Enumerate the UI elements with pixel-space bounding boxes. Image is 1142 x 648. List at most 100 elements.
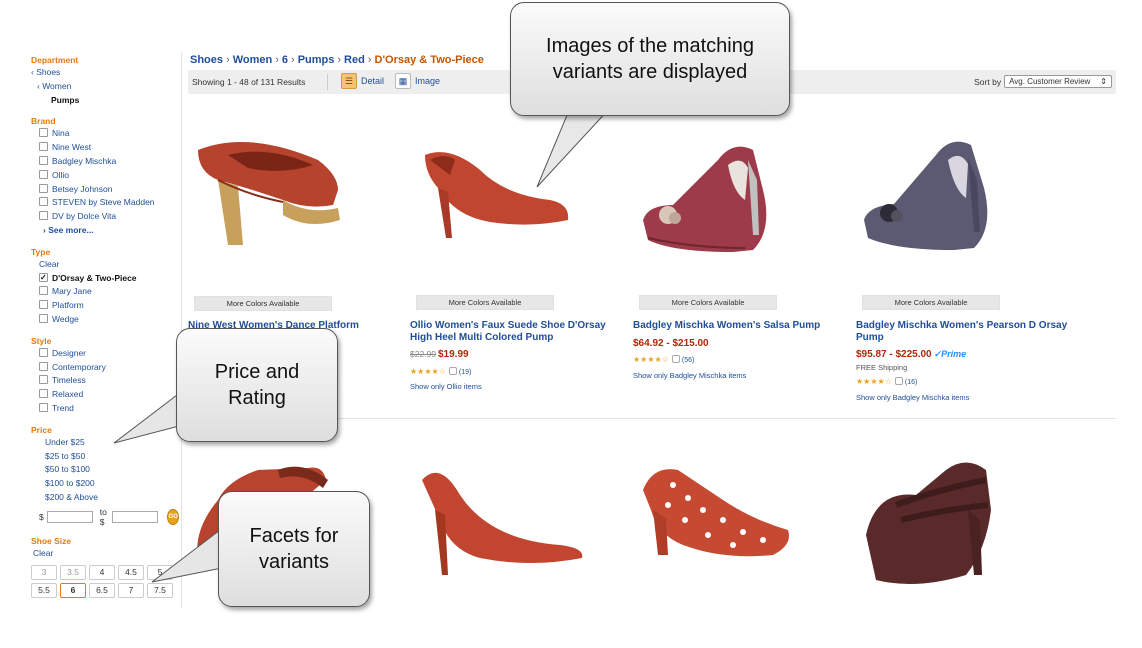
checkbox[interactable] [39,361,48,371]
style-option[interactable]: Designer [31,347,179,361]
product-card: More Colors Available Nine West Women's … [188,120,408,331]
style-option[interactable]: Trend [31,402,179,416]
more-colors-button[interactable]: More Colors Available [416,295,554,310]
checkbox[interactable] [39,142,48,152]
checkbox[interactable] [39,155,48,165]
product-image[interactable] [856,120,1076,270]
type-title: Type [31,246,51,257]
brand-option[interactable]: STEVEN by Steve Madden [31,196,179,210]
detail-view-button[interactable]: ☰ Detail [341,73,384,89]
checkbox[interactable] [39,300,48,310]
style-option[interactable]: Contemporary [31,361,179,375]
size-button[interactable]: 7 [118,582,144,598]
size-button[interactable]: 4.5 [118,564,144,580]
breadcrumb-shoes[interactable]: Shoes [190,54,223,66]
checkbox[interactable] [39,183,48,193]
breadcrumb-pumps[interactable]: Pumps [298,54,335,66]
product-image[interactable] [633,120,853,270]
chevron-down-icon[interactable] [448,367,457,375]
brand-option[interactable]: DV by Dolce Vita [31,210,179,224]
breadcrumb-separator: › [226,54,230,66]
breadcrumb-red[interactable]: Red [344,54,365,66]
brand-option[interactable]: Badgley Mischka [31,155,179,169]
checkbox[interactable] [39,375,48,385]
review-count[interactable]: (16) [905,379,917,386]
image-view-button[interactable]: ▦ Image [395,73,440,89]
price-link[interactable]: Under $25 [31,436,179,450]
prime-badge: ✓Prime [933,349,967,359]
department-women-link[interactable]: ‹ Women [31,80,179,94]
type-label: Mary Jane [52,286,92,297]
size-button[interactable]: 3 [31,564,57,580]
style-label: Relaxed [52,389,84,400]
sort-select[interactable]: Avg. Customer Review ⇕ [1004,75,1112,88]
breadcrumb-size[interactable]: 6 [282,54,288,66]
product-image[interactable] [856,450,1076,600]
checkbox[interactable] [39,128,48,138]
product-title[interactable]: Badgley Mischka Women's Salsa Pump [633,320,853,332]
checkbox[interactable] [39,286,48,296]
checkbox[interactable] [39,402,48,412]
rating[interactable]: ★★★★☆ (19) [410,367,471,376]
product-image[interactable] [633,450,853,600]
style-option[interactable]: Relaxed [31,388,179,402]
shoe-size-clear-link[interactable]: Clear [31,547,179,561]
brand-label: Ollio [52,169,70,180]
size-button[interactable]: 3.5 [60,564,86,580]
checkbox[interactable] [39,169,48,179]
size-button[interactable]: 5.5 [31,582,57,598]
product-title[interactable]: Ollio Women's Faux Suede Shoe D'Orsay Hi… [410,320,630,344]
chevron-down-icon[interactable] [894,377,903,385]
rating[interactable]: ★★★★☆ (56) [633,355,694,364]
type-option-checked[interactable]: D'Orsay & Two-Piece [31,271,179,286]
checkbox[interactable] [39,389,48,399]
list-icon: ☰ [341,73,357,89]
type-option[interactable]: Platform [31,299,179,313]
price-link[interactable]: $100 to $200 [31,477,179,491]
brand-option[interactable]: Nine West [31,141,179,155]
product-title[interactable]: Badgley Mischka Women's Pearson D Orsay … [856,320,1076,344]
size-button[interactable]: 5 [147,564,173,580]
type-option[interactable]: Mary Jane [31,285,179,299]
show-only-link[interactable]: Show only Ollio items [410,382,482,391]
breadcrumb-women[interactable]: Women [233,54,273,66]
checkbox[interactable] [39,197,48,207]
size-button[interactable]: 7.5 [147,582,173,598]
price-link[interactable]: $50 to $100 [31,463,179,477]
product-image[interactable] [410,120,630,270]
product-card: More Colors Available Badgley Mischka Wo… [856,120,1076,402]
product-card: More Colors Available Ollio Women's Faux… [410,120,630,391]
more-colors-button[interactable]: More Colors Available [639,295,777,310]
go-button[interactable]: GO [167,508,179,525]
rating[interactable]: ★★★★☆ (16) [856,377,917,386]
more-colors-button[interactable]: More Colors Available [194,296,332,311]
brand-option[interactable]: Nina [31,127,179,141]
size-button[interactable]: 6.5 [89,582,115,598]
brand-label: Betsey Johnson [52,183,113,194]
review-count[interactable]: (56) [682,357,694,364]
more-colors-button[interactable]: More Colors Available [862,295,1000,310]
see-more-link[interactable]: › See more... [31,224,179,238]
department-shoes-link[interactable]: ‹ Shoes [31,66,179,80]
show-only-link[interactable]: Show only Badgley Mischka items [633,371,746,380]
checkbox[interactable] [39,313,48,323]
size-button[interactable]: 4 [89,564,115,580]
price-link[interactable]: $200 & Above [31,491,179,505]
price-max-input[interactable] [112,510,159,523]
type-option[interactable]: Wedge [31,313,179,327]
type-clear-link[interactable]: Clear [31,258,179,272]
product-image[interactable] [188,120,408,270]
checkbox[interactable] [39,211,48,221]
show-only-link[interactable]: Show only Badgley Mischka items [856,393,969,402]
product-image[interactable] [410,450,630,600]
price-min-input[interactable] [46,510,93,523]
checkbox-checked[interactable] [39,271,48,284]
review-count[interactable]: (19) [459,369,471,376]
price-link[interactable]: $25 to $50 [31,450,179,464]
size-button-selected[interactable]: 6 [60,582,86,598]
brand-option[interactable]: Betsey Johnson [31,183,179,197]
style-option[interactable]: Timeless [31,374,179,388]
checkbox[interactable] [39,347,48,357]
chevron-down-icon[interactable] [671,355,680,363]
brand-option[interactable]: Ollio [31,169,179,183]
